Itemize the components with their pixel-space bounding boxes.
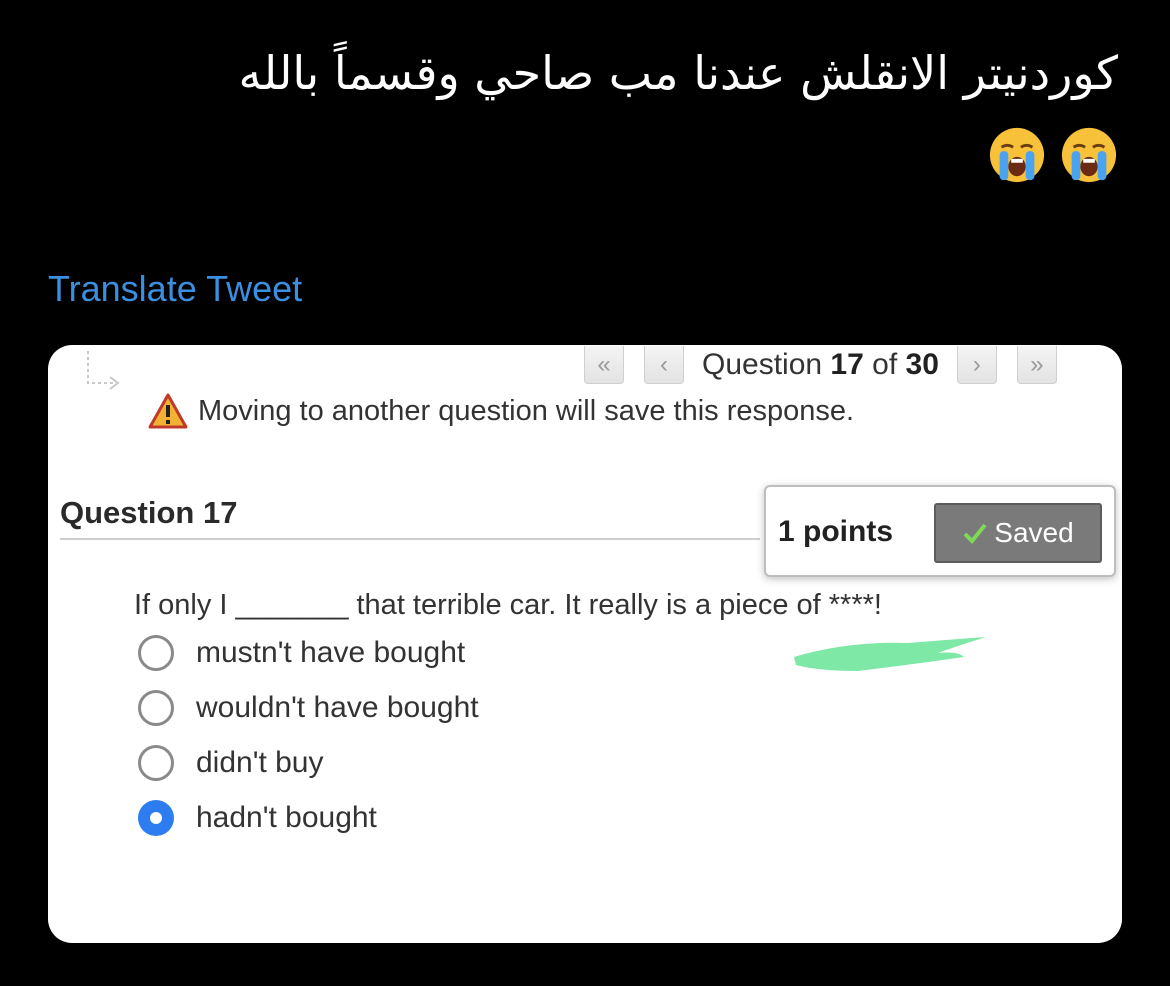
answer-option-3[interactable]: didn't buy <box>138 745 324 781</box>
answer-option-label: mustn't have bought <box>196 636 466 669</box>
question-word: Question <box>702 348 823 381</box>
answer-option-1[interactable]: mustn't have bought <box>138 635 465 671</box>
translate-tweet-link[interactable]: Translate Tweet <box>48 268 302 310</box>
tweet-text-block: كوردنيتر الانقلش عندنا مب صاحي وقسماً با… <box>38 34 1118 190</box>
checkmark-icon <box>963 523 987 544</box>
current-question-number: 17 <box>830 348 864 381</box>
radio-button[interactable] <box>138 690 174 726</box>
question-title: Question 17 <box>60 495 238 530</box>
question-navigation: « ‹ Question 17 of 30 › » <box>582 345 1057 385</box>
warning-icon <box>148 393 188 429</box>
green-highlight-scribble <box>794 637 986 671</box>
question-divider <box>60 538 760 540</box>
radio-button-selected[interactable] <box>138 800 174 836</box>
of-word: of <box>872 348 898 381</box>
save-warning: Moving to another question will save thi… <box>148 393 854 429</box>
previous-question-button[interactable]: ‹ <box>644 346 684 384</box>
points-label: 1 points <box>778 515 894 548</box>
answer-option-4[interactable]: hadn't bought <box>138 800 377 836</box>
answer-option-label: hadn't bought <box>196 801 377 834</box>
corner-arrow-icon <box>87 351 120 390</box>
warning-text: Moving to another question will save thi… <box>198 394 855 427</box>
loudly-crying-face-icon <box>1061 127 1117 182</box>
total-questions-number: 30 <box>905 348 939 381</box>
answer-option-label: wouldn't have bought <box>196 691 479 724</box>
radio-button[interactable] <box>138 745 174 781</box>
loudly-crying-face-icon <box>989 127 1045 182</box>
answer-option-2[interactable]: wouldn't have bought <box>138 690 479 726</box>
emoji-row <box>988 126 1118 184</box>
answer-option-label: didn't buy <box>196 746 324 779</box>
saved-label: Saved <box>994 517 1074 548</box>
points-panel: 1 points Saved <box>764 485 1116 577</box>
question-counter: Question 17 of 30 <box>702 348 939 382</box>
next-question-button[interactable]: › <box>956 346 997 384</box>
tweet-body: كوردنيتر الانقلش عندنا مب صاحي وقسماً با… <box>238 46 1118 100</box>
attached-image-card: « ‹ Question 17 of 30 › » Moving to anot… <box>48 345 1122 943</box>
question-prompt: If only I _______ that terrible car. It … <box>134 589 882 621</box>
radio-button[interactable] <box>138 635 174 671</box>
saved-button[interactable]: Saved <box>934 503 1102 563</box>
last-question-button[interactable]: » <box>1016 346 1057 384</box>
first-question-button[interactable]: « <box>584 346 624 384</box>
